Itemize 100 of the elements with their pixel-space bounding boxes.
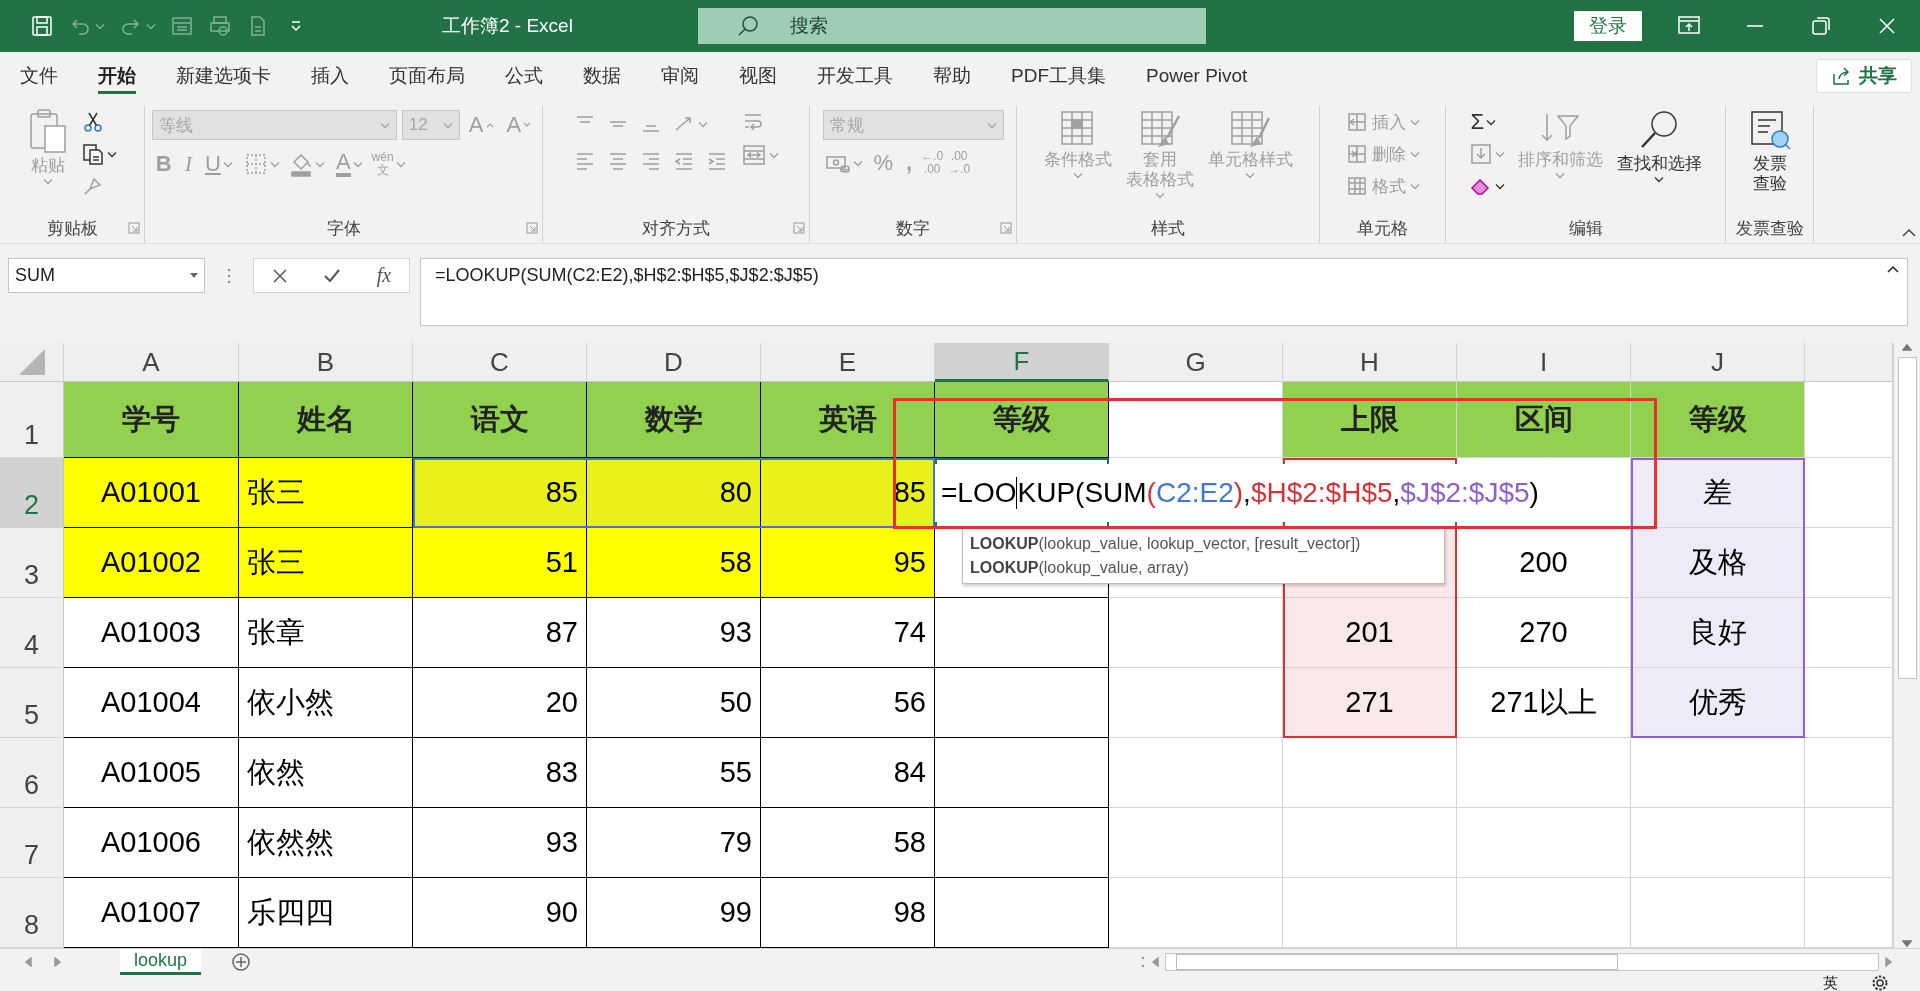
table-cell: A01002: [64, 528, 239, 598]
collapse-icon[interactable]: [1887, 265, 1899, 273]
caret-icon[interactable]: [1654, 176, 1664, 183]
menu-tab[interactable]: 开发工具: [797, 52, 913, 100]
table-cell: 85: [761, 458, 935, 528]
insert-function-button[interactable]: fx: [376, 264, 392, 287]
table-cell: 等级: [935, 382, 1109, 458]
share-button[interactable]: 共享: [1816, 59, 1912, 93]
input-mode-indicator[interactable]: 英: [1823, 975, 1838, 991]
group-label: 样式: [1151, 217, 1185, 240]
sign-in-button[interactable]: 登录: [1574, 11, 1642, 41]
caret-icon[interactable]: [1494, 182, 1505, 190]
row-header[interactable]: 2: [0, 458, 64, 528]
formula-field[interactable]: =LOOKUP(SUM(C2:E2),$H$2:$H$5,$J$2:$J$5): [420, 258, 1908, 326]
ribbon-button[interactable]: 查找和选择: [1613, 106, 1705, 185]
menu-tab[interactable]: 新建选项卡: [156, 52, 291, 100]
table-cell: 51: [413, 528, 587, 598]
column-header[interactable]: [1805, 343, 1893, 382]
table-cell: 姓名: [239, 382, 413, 458]
scrollbar-thumb[interactable]: [1176, 954, 1618, 970]
menu-tab[interactable]: 审阅: [641, 52, 719, 100]
table-cell: 依然然: [239, 808, 413, 878]
scroll-left-icon[interactable]: [1151, 957, 1159, 967]
table-cell: 85: [413, 458, 587, 528]
column-header[interactable]: F: [935, 343, 1109, 382]
cancel-icon[interactable]: [271, 267, 288, 284]
name-box[interactable]: SUM: [8, 258, 205, 293]
caret-icon[interactable]: [1486, 118, 1497, 126]
table-cell: 20: [413, 668, 587, 738]
column-header[interactable]: A: [64, 343, 239, 382]
column-header[interactable]: I: [1457, 343, 1631, 382]
row-header[interactable]: 7: [0, 808, 64, 878]
previous-sheet-icon[interactable]: [24, 957, 32, 967]
table-cell: 271以上: [1457, 668, 1631, 738]
menu-tab[interactable]: 数据: [563, 52, 641, 100]
table-cell: 张三: [239, 528, 413, 598]
row-header[interactable]: 1: [0, 382, 64, 458]
scissors-icon[interactable]: [81, 110, 105, 134]
save-icon[interactable]: [30, 14, 54, 38]
dialog-launcher-icon[interactable]: [1000, 222, 1012, 234]
horizontal-scrollbar[interactable]: [1165, 953, 1879, 971]
table-cell: 张章: [239, 598, 413, 668]
next-sheet-icon[interactable]: [54, 957, 62, 967]
scrollbar-thumb[interactable]: [1897, 357, 1917, 679]
table-cell: 87: [413, 598, 587, 668]
table-cell: 58: [587, 528, 761, 598]
share-icon[interactable]: [1831, 66, 1851, 86]
close-icon[interactable]: [1877, 16, 1897, 36]
table-cell: 98: [761, 878, 935, 948]
row-header[interactable]: 3: [0, 528, 64, 598]
ribbon-display-icon[interactable]: [1678, 16, 1700, 34]
row-header[interactable]: 4: [0, 598, 64, 668]
tooltip-line[interactable]: LOOKUP(lookup_value, array): [970, 556, 1437, 580]
menu-tab[interactable]: 插入: [291, 52, 369, 100]
collapse-ribbon-icon[interactable]: [1902, 228, 1916, 237]
column-header[interactable]: B: [239, 343, 413, 382]
caret-icon[interactable]: [107, 150, 117, 158]
table-cell: 乐四四: [239, 878, 413, 948]
caret-icon[interactable]: [190, 273, 198, 278]
menu-tab[interactable]: 视图: [719, 52, 797, 100]
menu-tab[interactable]: 帮助: [913, 52, 991, 100]
table-cell: 良好: [1631, 598, 1805, 668]
dialog-launcher-icon[interactable]: [526, 222, 538, 234]
column-header[interactable]: D: [587, 343, 761, 382]
group-label: 发票查验: [1735, 217, 1804, 240]
scroll-right-icon[interactable]: [1885, 957, 1893, 967]
drag-handle-icon[interactable]: [227, 266, 231, 285]
add-sheet-icon[interactable]: [231, 952, 252, 972]
row-header[interactable]: 5: [0, 668, 64, 738]
sheet-tab[interactable]: lookup: [120, 949, 202, 975]
menu-tab[interactable]: Power Pivot: [1126, 52, 1268, 100]
row-header[interactable]: 6: [0, 738, 64, 808]
column-header[interactable]: E: [761, 343, 935, 382]
search-field[interactable]: 搜索: [698, 8, 1206, 44]
column-header[interactable]: C: [413, 343, 587, 382]
menu-tab[interactable]: PDF工具集: [991, 52, 1126, 100]
column-header[interactable]: J: [1631, 343, 1805, 382]
restore-icon[interactable]: [1811, 16, 1831, 36]
enter-icon[interactable]: [323, 267, 342, 284]
menu-tab[interactable]: 公式: [485, 52, 563, 100]
table-cell: 上限: [1283, 382, 1457, 458]
group-label: 编辑: [1568, 217, 1603, 240]
table-cell: 语文: [413, 382, 587, 458]
menu-tab[interactable]: 页面布局: [369, 52, 485, 100]
column-header[interactable]: H: [1283, 343, 1457, 382]
menu-tab[interactable]: 开始: [78, 52, 156, 100]
table-cell: 99: [587, 878, 761, 948]
row-header[interactable]: 8: [0, 878, 64, 948]
menu-tab[interactable]: 文件: [0, 52, 78, 100]
copy-icon[interactable]: [81, 142, 105, 166]
format-button[interactable]: Σ: [1466, 108, 1507, 136]
dialog-launcher-icon[interactable]: [128, 222, 140, 234]
tooltip-line[interactable]: LOOKUP(lookup_value, lookup_vector, [result_vector]): [970, 532, 1437, 556]
dialog-launcher-icon[interactable]: [793, 222, 805, 234]
ribbon-button[interactable]: 发票 查验: [1744, 106, 1795, 196]
settings-icon[interactable]: [1872, 975, 1888, 991]
search-icon[interactable]: [736, 14, 760, 38]
table-cell: 50: [587, 668, 761, 738]
table-cell: 84: [761, 738, 935, 808]
column-header[interactable]: G: [1109, 343, 1283, 382]
